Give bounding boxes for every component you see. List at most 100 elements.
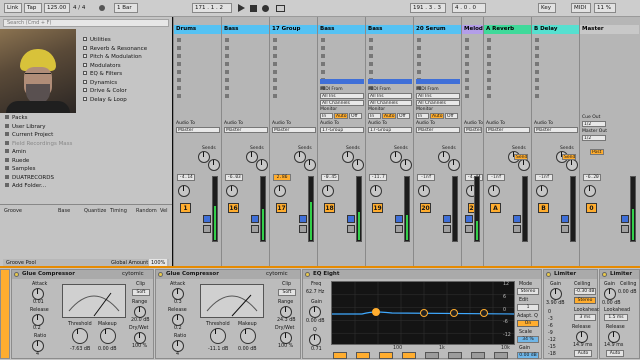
loop-start-field[interactable]: 191 . 3 . 3 — [410, 3, 446, 13]
attack-knob[interactable] — [32, 288, 44, 300]
browser-category-item[interactable]: Delay & Loop — [83, 96, 127, 104]
clip-slot-stop-icon[interactable] — [535, 62, 539, 66]
track-header[interactable]: B Delay — [532, 25, 579, 34]
armed-clip[interactable] — [368, 79, 412, 84]
volume-field[interactable]: -6.20 — [583, 174, 601, 181]
arm-button[interactable] — [395, 225, 403, 233]
volume-field[interactable]: 2.86 — [273, 174, 291, 181]
clip-slot-stop-icon[interactable] — [225, 86, 229, 90]
gain-knob[interactable] — [309, 306, 321, 318]
track-activator[interactable]: 18 — [324, 203, 335, 213]
clip-slot-stop-icon[interactable] — [177, 70, 181, 74]
send-b-knob[interactable] — [208, 159, 220, 171]
search-input[interactable]: Search (Cmd + F) — [3, 19, 169, 27]
clip-slot-stop-icon[interactable] — [535, 86, 539, 90]
makeup-knob[interactable] — [240, 328, 256, 344]
places-item[interactable]: Current Project — [5, 132, 53, 139]
freq-value[interactable]: 62.7 Hz — [306, 290, 324, 295]
eq-band-toggle[interactable] — [356, 352, 370, 359]
power-icon[interactable] — [602, 272, 607, 277]
audio-to-select[interactable]: Master — [416, 127, 460, 133]
clip-slot-stop-icon[interactable] — [369, 70, 373, 74]
track-activator[interactable]: 0 — [586, 203, 597, 213]
track-header[interactable]: 17 Group — [270, 25, 317, 34]
monitor-auto[interactable]: Auto — [382, 113, 396, 119]
device-title[interactable]: Glue Compressor cytomic — [156, 270, 300, 279]
places-item[interactable]: DUATRECORDS — [5, 174, 54, 182]
track-header[interactable]: Bass — [318, 25, 365, 34]
track-activator[interactable]: 1 — [180, 203, 191, 213]
send-b-knob[interactable] — [566, 159, 578, 171]
clip-slot-stop-icon[interactable] — [273, 86, 277, 90]
gain-knob[interactable] — [550, 288, 562, 300]
solo-button[interactable] — [513, 215, 521, 223]
send-b-knob[interactable] — [256, 159, 268, 171]
eq-band-handle[interactable] — [372, 308, 380, 316]
arm-button[interactable] — [251, 225, 259, 233]
adapt-q-toggle[interactable]: On — [517, 320, 539, 327]
solo-button[interactable] — [465, 215, 473, 223]
armed-clip[interactable] — [416, 79, 460, 84]
audio-to-select[interactable]: Master — [272, 127, 316, 133]
track-header[interactable]: Drums — [174, 25, 221, 34]
clip-slot-stop-icon[interactable] — [177, 86, 181, 90]
solo-button[interactable] — [443, 215, 451, 223]
clip-slot-stop-icon[interactable] — [321, 62, 325, 66]
volume-field[interactable]: -inf — [417, 174, 435, 181]
clip-slot-stop-icon[interactable] — [487, 78, 491, 82]
places-item[interactable]: Field Recordings Mass — [5, 140, 72, 148]
midi-channel-select[interactable]: All Channels — [416, 100, 460, 106]
midi-channel-select[interactable]: All Channels — [368, 100, 412, 106]
release-knob[interactable] — [576, 331, 588, 343]
clip-slot-stop-icon[interactable] — [369, 54, 373, 58]
arm-button[interactable] — [561, 225, 569, 233]
attack-knob[interactable] — [172, 288, 184, 300]
clip-slot-stop-icon[interactable] — [321, 46, 325, 50]
quantize-menu[interactable]: 1 Bar — [114, 3, 138, 13]
device-title[interactable]: Glue Compressor cytomic — [12, 270, 153, 279]
pan-knob[interactable] — [584, 185, 596, 197]
monitor-auto[interactable]: Auto — [430, 113, 444, 119]
send-b-knob[interactable] — [518, 159, 530, 171]
stop-icon[interactable] — [250, 5, 257, 12]
clip-slot-stop-icon[interactable] — [417, 62, 421, 66]
track-activator[interactable]: 16 — [228, 203, 239, 213]
eq-band-handle[interactable] — [480, 309, 488, 317]
monitor-auto[interactable]: Auto — [334, 113, 348, 119]
browser-category-item[interactable]: Utilities — [83, 37, 111, 44]
threshold-knob[interactable] — [72, 328, 88, 344]
pan-knob[interactable] — [536, 185, 548, 197]
scale-field[interactable]: 34 % — [517, 336, 539, 343]
volume-field[interactable]: -6.03 — [225, 174, 243, 181]
eq-band-toggle[interactable] — [471, 352, 485, 359]
gain-knob[interactable] — [604, 288, 616, 300]
clip-slot-stop-icon[interactable] — [321, 70, 325, 74]
clip-slot-stop-icon[interactable] — [321, 38, 325, 42]
clip-slot-stop-icon[interactable] — [177, 62, 181, 66]
pan-knob[interactable] — [488, 185, 500, 197]
clip-slot-stop-icon[interactable] — [487, 38, 491, 42]
mode-select[interactable]: Stereo — [517, 288, 539, 295]
clip-slot-stop-icon[interactable] — [177, 78, 181, 82]
track-activator[interactable]: 20 — [420, 203, 431, 213]
power-icon[interactable] — [158, 272, 163, 277]
drywet-knob[interactable] — [280, 332, 292, 344]
ceiling-value[interactable]: 0.00 dB — [618, 290, 637, 295]
browser-category-item[interactable]: Drive & Color — [83, 88, 127, 95]
key-map-button[interactable]: Key — [538, 3, 556, 13]
glue-compressor-1[interactable]: Glue Compressor cytomic Attack 0.01 Relea… — [11, 269, 154, 359]
edit-select[interactable]: 1 — [517, 304, 539, 311]
clip-slot-stop-icon[interactable] — [535, 94, 539, 98]
clip-slot-stop-icon[interactable] — [177, 38, 181, 42]
clip-slot-stop-icon[interactable] — [535, 54, 539, 58]
monitor-off[interactable]: Off — [397, 113, 410, 119]
record-icon[interactable] — [262, 5, 269, 12]
audio-to-select[interactable]: 17-Group — [320, 127, 364, 133]
clip-slot-stop-icon[interactable] — [465, 94, 469, 98]
midi-from-select[interactable]: All Ins — [368, 93, 412, 99]
clip-slot-stop-icon[interactable] — [225, 78, 229, 82]
track-header[interactable]: 20 Serum — [414, 25, 461, 34]
send-b-knob[interactable] — [400, 159, 412, 171]
monitor-in[interactable]: In — [416, 113, 429, 119]
clip-slot-stop-icon[interactable] — [465, 62, 469, 66]
